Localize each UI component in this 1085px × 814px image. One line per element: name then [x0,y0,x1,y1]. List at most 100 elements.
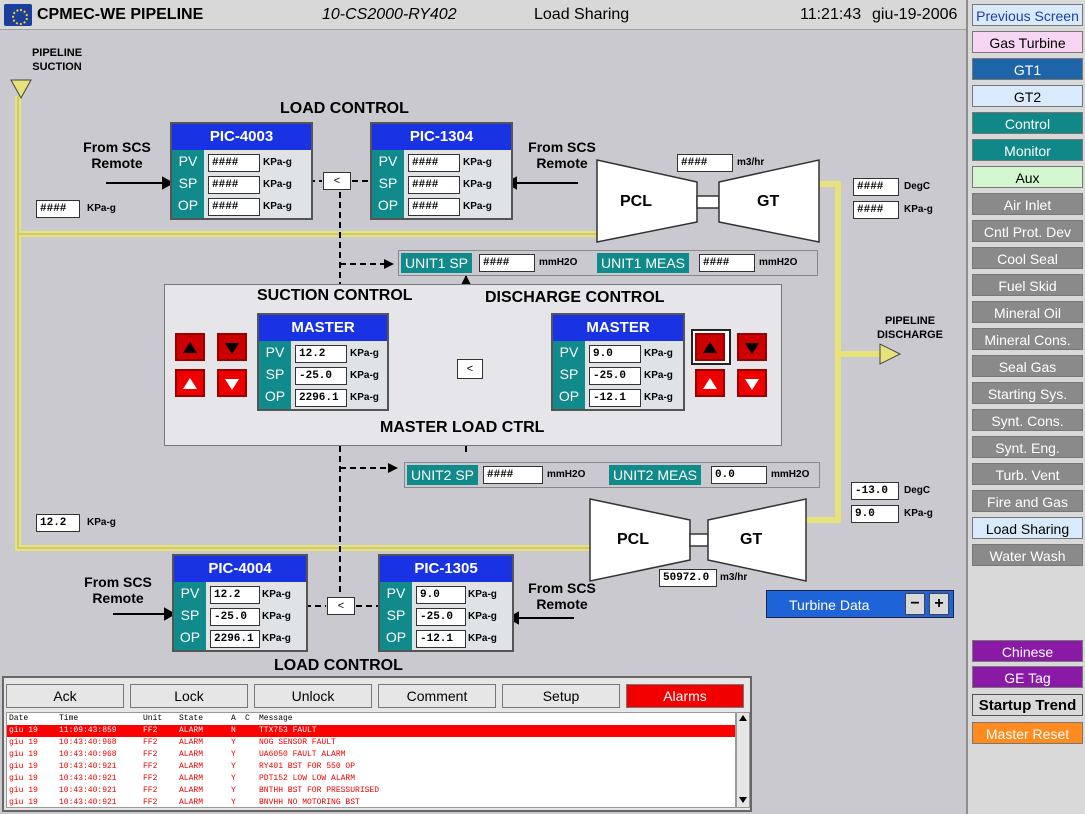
sidebar-item-cntl-prot-dev[interactable]: Cntl Prot. Dev [972,220,1083,242]
sidebar-item-water-wash[interactable]: Water Wash [972,544,1083,566]
scroll-up-icon[interactable] [739,715,747,721]
alarm-row[interactable]: giu 19 10:43:40:968 FF2 ALARM Y NOG SENSOR FA… [7,737,735,749]
lock-button[interactable]: Lock [130,684,248,708]
alarm-panel: Ack Lock Unlock Comment Setup Alarms Dat… [2,676,752,812]
unit2-sp-value[interactable]: #### [483,466,543,484]
discharge-master-sp[interactable]: -25.0 [589,367,641,385]
pic-4003-faceplate[interactable]: PIC-4003 PV SP OP #### #### #### KPa-g K… [170,122,313,220]
alarm-row[interactable]: giu 19 10:43:40:921 FF2 ALARM Y PDT152 LOW LO… [7,773,735,785]
alarm-row[interactable]: giu 19 10:43:40:968 FF2 ALARM Y UA6050 FAULT … [7,749,735,761]
suction-master-faceplate[interactable]: MASTER PV SP OP 12.2 -25.0 2296.1 KPa-g … [257,313,389,411]
pic-4004-sp[interactable]: -25.0 [210,608,260,626]
discharge-raise-fast-button[interactable] [695,333,725,361]
master-panel: SUCTION CONTROL DISCHARGE CONTROL MASTER… [164,284,782,446]
unit1-sp-label: UNIT1 SP [401,253,473,273]
unit1-sp-unit: mmH2O [539,257,578,268]
alarm-cell: FF2 [143,774,158,783]
top-pressure-unit: KPa-g [904,204,933,215]
alarm-cell: 10:43:40:968 [59,750,117,759]
comment-button[interactable]: Comment [378,684,496,708]
sidebar-item-aux[interactable]: Aux [972,166,1083,188]
alarm-cell: RY401 BST FOR 550 OP [259,762,356,771]
sidebar-item-gt1[interactable]: GT1 [972,58,1083,80]
pv-label: PV [386,585,406,601]
suction-lower-button[interactable] [217,369,247,397]
discharge-lower-fast-button[interactable] [737,333,767,361]
sidebar-item-monitor[interactable]: Monitor [972,139,1083,161]
alarms-button[interactable]: Alarms [626,684,744,708]
sidebar-item-fuel-skid[interactable]: Fuel Skid [972,274,1083,296]
pic-1304-sp[interactable]: #### [408,176,460,194]
pic-4004-op[interactable]: 2296.1 [210,630,260,648]
sidebar-item-mineral-oil[interactable]: Mineral Oil [972,301,1083,323]
pic-4003-pv: #### [208,154,260,172]
sidebar-item-master-reset[interactable]: Master Reset [972,722,1083,744]
sidebar-item-air-inlet[interactable]: Air Inlet [972,193,1083,215]
discharge-master-op[interactable]: -12.1 [589,389,641,407]
pic-4004-pv: 12.2 [210,586,260,604]
sidebar-item-synt-eng[interactable]: Synt. Eng. [972,436,1083,458]
pic-1304-faceplate[interactable]: PIC-1304 PV SP OP #### #### #### KPa-g K… [370,122,513,220]
alarm-row[interactable]: giu 19 11:09:43:859 FF2 ALARM N TTX753 FAULT [7,725,735,737]
sidebar-item-startup-trend[interactable]: Startup Trend [972,694,1083,716]
sidebar-item-starting-sys[interactable]: Starting Sys. [972,382,1083,404]
suction-lower-fast-button[interactable] [217,333,247,361]
sidebar-item-chinese[interactable]: Chinese [972,640,1083,662]
pic-1305-faceplate[interactable]: PIC-1305 PV SP OP 9.0 -25.0 -12.1 KPa-g … [378,554,514,652]
top-flow-value: #### [677,154,733,172]
top-from-scs-left: From SCS Remote [83,139,151,171]
pic-1304-op[interactable]: #### [408,198,460,216]
suction-raise-button[interactable] [175,369,205,397]
alarm-cell: Y [231,774,236,783]
alarm-table-header: Date Time Unit State A C Message [7,713,735,725]
pic-4003-op[interactable]: #### [208,198,260,216]
sidebar-item-gas-turbine[interactable]: Gas Turbine [972,31,1083,53]
col-time: Time [59,714,79,723]
discharge-master-sp-unit: KPa-g [644,370,673,381]
sidebar-item-synt-cons[interactable]: Synt. Cons. [972,409,1083,431]
pic-4003-pv-unit: KPa-g [263,157,292,168]
sidebar-item-mineral-cons[interactable]: Mineral Cons. [972,328,1083,350]
sidebar-item-previous-screen[interactable]: Previous Screen [972,4,1083,26]
sidebar-item-load-sharing[interactable]: Load Sharing [972,517,1083,539]
pic-4004-pv-unit: KPa-g [262,589,291,600]
discharge-lower-button[interactable] [737,369,767,397]
alarm-row[interactable]: giu 19 10:43:40:921 FF2 ALARM Y BNTHH BST FOR… [7,785,735,797]
ack-button[interactable]: Ack [6,684,124,708]
pic-4003-sp[interactable]: #### [208,176,260,194]
alarm-row[interactable]: giu 19 10:43:40:921 FF2 ALARM Y BNVHH NO MOTO… [7,797,735,807]
suction-master-op[interactable]: 2296.1 [295,389,347,407]
discharge-raise-button[interactable] [695,369,725,397]
alarm-cell: ALARM [179,786,204,795]
bottom-flow-unit: m3/hr [720,572,748,583]
suction-raise-fast-button[interactable] [175,333,205,361]
sidebar-item-ge-tag[interactable]: GE Tag [972,666,1083,688]
master-load-ctrl-label: MASTER LOAD CTRL [380,419,545,436]
pic-1305-op-unit: KPa-g [468,633,497,644]
alarm-cell: 10:43:40:921 [59,774,117,783]
unit2-sp-unit: mmH2O [547,469,586,480]
sidebar-item-fire-and-gas[interactable]: Fire and Gas [972,490,1083,512]
scroll-down-icon[interactable] [739,797,747,803]
pic-1305-sp[interactable]: -25.0 [416,608,466,626]
pic-1305-op[interactable]: -12.1 [416,630,466,648]
alarm-row[interactable]: giu 19 10:43:40:921 FF2 ALARM Y RY401 BST FOR… [7,761,735,773]
discharge-master-faceplate[interactable]: MASTER PV SP OP 9.0 -25.0 -12.1 KPa-g KP… [551,313,685,411]
sidebar-item-gt2[interactable]: GT2 [972,85,1083,107]
alarm-scrollbar[interactable] [736,712,750,808]
sidebar-item-control[interactable]: Control [972,112,1083,134]
sidebar-item-seal-gas[interactable]: Seal Gas [972,355,1083,377]
setup-button[interactable]: Setup [502,684,620,708]
pic-4004-faceplate[interactable]: PIC-4004 PV SP OP 12.2 -25.0 2296.1 KPa-… [172,554,308,652]
unlock-button[interactable]: Unlock [254,684,372,708]
suction-master-sp[interactable]: -25.0 [295,367,347,385]
unit1-meas-label: UNIT1 MEAS [597,253,690,273]
alarm-cell: ALARM [179,762,204,771]
pic-4004-name: PIC-4004 [174,556,306,582]
sidebar-item-cool-seal[interactable]: Cool Seal [972,247,1083,269]
turbine-data-minus-button[interactable]: − [905,593,925,615]
op-label: OP [179,629,201,645]
unit1-sp-value[interactable]: #### [479,254,535,272]
sidebar-item-turb-vent[interactable]: Turb. Vent [972,463,1083,485]
turbine-data-plus-button[interactable]: + [929,593,949,615]
